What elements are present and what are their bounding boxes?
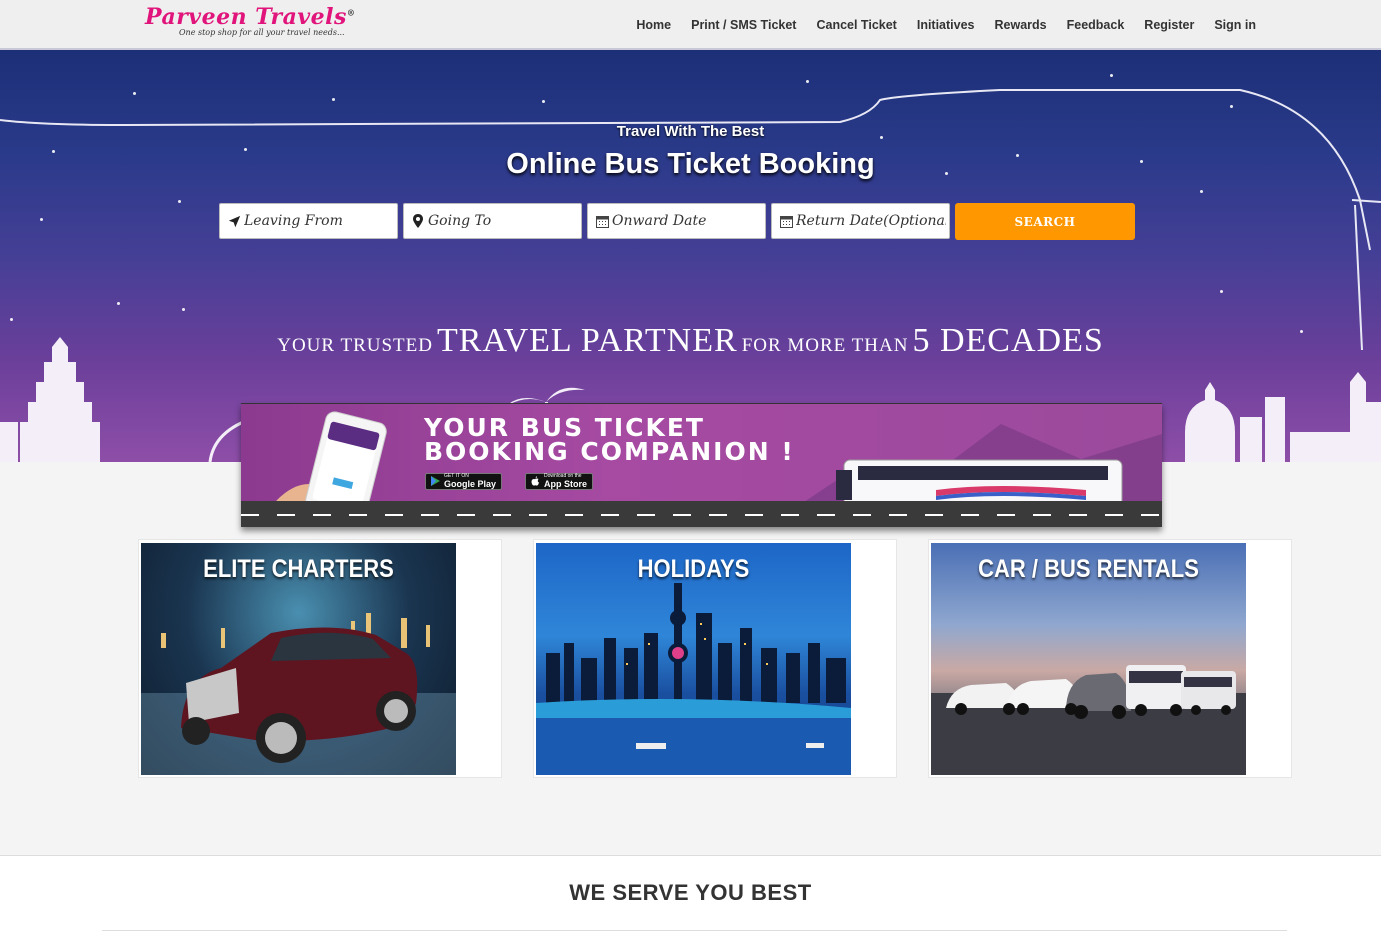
top-navbar: Parveen Travels® One stop shop for all y… (0, 0, 1381, 50)
nav-sign-in[interactable]: Sign in (1204, 18, 1266, 32)
apple-icon (531, 475, 540, 488)
going-to-input[interactable] (428, 213, 578, 229)
app-headline: YOUR BUS TICKET BOOKING COMPANION ! (424, 415, 795, 466)
hero-banner: Travel With The Best Online Bus Ticket B… (0, 50, 1381, 462)
search-button[interactable]: SEARCH (955, 203, 1135, 240)
nav-feedback[interactable]: Feedback (1057, 18, 1135, 32)
nav-initiatives[interactable]: Initiatives (907, 18, 985, 32)
logo-name: Parveen Travels® (145, 4, 356, 30)
paper-plane-icon (227, 214, 241, 228)
nav-cancel-ticket[interactable]: Cancel Ticket (806, 18, 906, 32)
calendar-icon (779, 214, 793, 228)
onward-date-field[interactable] (587, 203, 766, 239)
card-elite-charters[interactable]: ELITE CHARTERS (138, 539, 502, 778)
return-date-field[interactable] (771, 203, 950, 239)
nav-print-sms-ticket[interactable]: Print / SMS Ticket (681, 18, 806, 32)
nav-home[interactable]: Home (626, 18, 681, 32)
logo[interactable]: Parveen Travels® One stop shop for all y… (145, 4, 355, 37)
app-headline-line-2: BOOKING COMPANION ! (424, 437, 795, 466)
road-graphic (241, 501, 1162, 527)
holidays-image: HOLIDAYS (536, 543, 851, 775)
google-play-badge[interactable]: GET IT ON Google Play (425, 473, 503, 490)
elite-charters-image: ELITE CHARTERS (141, 543, 456, 775)
calendar-icon (595, 214, 609, 228)
card-car-bus-rentals[interactable]: CAR / BUS RENTALS (928, 539, 1292, 778)
return-date-input[interactable] (796, 213, 946, 229)
nav-rewards[interactable]: Rewards (985, 18, 1057, 32)
card-title-car-bus-rentals: CAR / BUS RENTALS (978, 555, 1199, 583)
onward-date-input[interactable] (612, 213, 762, 229)
card-title-elite-charters: ELITE CHARTERS (203, 555, 394, 583)
going-to-field[interactable] (403, 203, 582, 239)
main-nav: Home Print / SMS Ticket Cancel Ticket In… (626, 18, 1266, 32)
section-divider (102, 930, 1287, 931)
car-bus-rentals-image: CAR / BUS RENTALS (931, 543, 1246, 775)
leaving-from-input[interactable] (244, 213, 394, 229)
app-store-badge[interactable]: Download on the App Store (525, 473, 594, 490)
google-play-icon (431, 475, 440, 488)
leaving-from-field[interactable] (219, 203, 398, 239)
hero-kicker: Travel With The Best (616, 123, 765, 140)
logo-tagline: One stop shop for all your travel needs.… (179, 28, 345, 37)
map-marker-icon (411, 214, 425, 228)
hero-title: Online Bus Ticket Booking (506, 148, 875, 180)
card-holidays[interactable]: HOLIDAYS (533, 539, 897, 778)
card-title-holidays: HOLIDAYS (637, 555, 750, 583)
section-title: WE SERVE YOU BEST (569, 880, 812, 905)
search-form: SEARCH (219, 203, 1135, 240)
nav-register[interactable]: Register (1134, 18, 1204, 32)
app-promo-banner[interactable]: YOUR BUS TICKET BOOKING COMPANION ! GET … (241, 403, 1162, 527)
we-serve-section: WE SERVE YOU BEST (0, 855, 1381, 947)
